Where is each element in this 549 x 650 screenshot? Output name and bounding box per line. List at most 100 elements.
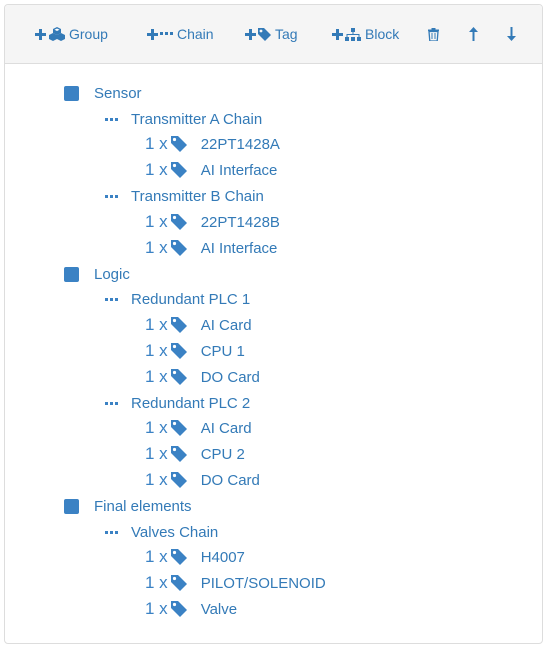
tag-quantity: 1 x bbox=[145, 315, 168, 334]
add-group-label: Group bbox=[69, 26, 108, 42]
tag-label: 22PT1428A bbox=[200, 135, 280, 153]
add-tag-label: Tag bbox=[275, 26, 298, 42]
tree-tag[interactable]: 1 x 22PT1428B bbox=[145, 210, 280, 234]
tag-quantity: 1 x bbox=[145, 599, 168, 618]
tag-quantity: 1 x bbox=[145, 134, 168, 153]
add-group-button[interactable]: Group bbox=[35, 5, 108, 63]
add-chain-button[interactable]: Chain bbox=[147, 5, 214, 63]
group-label: Sensor bbox=[94, 84, 142, 102]
move-down-button[interactable] bbox=[507, 5, 516, 63]
tag-label: AI Interface bbox=[200, 239, 278, 257]
tag-label: AI Interface bbox=[200, 161, 278, 179]
tag-icon bbox=[170, 240, 187, 256]
chain-dots-icon bbox=[105, 117, 118, 121]
tag-label: DO Card bbox=[200, 368, 260, 386]
plus-icon bbox=[147, 28, 158, 40]
cubes-icon bbox=[49, 27, 65, 41]
chain-label: Transmitter A Chain bbox=[131, 110, 263, 128]
tag-label: PILOT/SOLENOID bbox=[200, 574, 326, 592]
tag-quantity: 1 x bbox=[145, 341, 168, 360]
chain-dots-icon bbox=[105, 194, 118, 198]
tag-icon bbox=[258, 27, 271, 41]
tag-quantity: 1 x bbox=[145, 573, 168, 592]
chain-dots-icon bbox=[105, 297, 118, 301]
tag-icon bbox=[170, 369, 187, 385]
plus-icon bbox=[35, 28, 46, 40]
tag-label: H4007 bbox=[200, 548, 245, 566]
chain-label: Transmitter B Chain bbox=[131, 187, 264, 205]
tree-tag[interactable]: 1 x CPU 2 bbox=[145, 442, 245, 466]
chain-dots-icon bbox=[105, 401, 118, 405]
tag-icon bbox=[170, 317, 187, 333]
chain-dots-icon bbox=[160, 32, 173, 36]
trash-icon bbox=[428, 27, 439, 41]
plus-icon bbox=[245, 28, 256, 40]
arrow-up-icon bbox=[469, 27, 478, 41]
tag-icon bbox=[170, 136, 187, 152]
sitemap-icon bbox=[345, 27, 361, 41]
tag-icon bbox=[170, 420, 187, 436]
move-up-button[interactable] bbox=[469, 5, 478, 63]
tag-label: DO Card bbox=[200, 471, 260, 489]
tag-icon bbox=[170, 446, 187, 462]
group-label: Logic bbox=[94, 265, 130, 283]
tag-label: AI Card bbox=[200, 419, 252, 437]
tree-chain[interactable]: Redundant PLC 1 bbox=[105, 287, 250, 311]
tag-icon bbox=[170, 472, 187, 488]
tree-chain[interactable]: Transmitter A Chain bbox=[105, 107, 262, 131]
tree-group[interactable]: Sensor bbox=[64, 81, 142, 105]
tree-panel: Group Chain Tag Block Sensor Transmitter… bbox=[4, 4, 543, 644]
tag-quantity: 1 x bbox=[145, 238, 168, 257]
tree-tag[interactable]: 1 x DO Card bbox=[145, 468, 260, 492]
tag-icon bbox=[170, 162, 187, 178]
tree-tag[interactable]: 1 x AI Interface bbox=[145, 158, 277, 182]
plus-icon bbox=[332, 28, 343, 40]
tree-tag[interactable]: 1 x DO Card bbox=[145, 365, 260, 389]
group-label: Final elements bbox=[94, 497, 192, 515]
group-square-icon bbox=[64, 498, 79, 514]
group-square-icon bbox=[64, 85, 79, 101]
group-square-icon bbox=[64, 266, 79, 282]
tag-quantity: 1 x bbox=[145, 367, 168, 386]
tag-quantity: 1 x bbox=[145, 418, 168, 437]
arrow-down-icon bbox=[507, 27, 516, 41]
toolbar: Group Chain Tag Block bbox=[5, 5, 542, 64]
tree-tag[interactable]: 1 x Valve bbox=[145, 597, 237, 621]
chain-label: Redundant PLC 2 bbox=[131, 394, 251, 412]
tag-quantity: 1 x bbox=[145, 212, 168, 231]
tree-chain[interactable]: Redundant PLC 2 bbox=[105, 391, 250, 415]
tree-tag[interactable]: 1 x CPU 1 bbox=[145, 339, 245, 363]
add-block-button[interactable]: Block bbox=[332, 5, 399, 63]
tag-quantity: 1 x bbox=[145, 160, 168, 179]
tree-group[interactable]: Logic bbox=[64, 262, 130, 286]
add-block-label: Block bbox=[365, 26, 400, 42]
tree-chain[interactable]: Valves Chain bbox=[105, 520, 218, 544]
tree-tag[interactable]: 1 x 22PT1428A bbox=[145, 132, 280, 156]
chain-label: Redundant PLC 1 bbox=[131, 290, 251, 308]
tag-label: Valve bbox=[200, 600, 238, 618]
add-tag-button[interactable]: Tag bbox=[245, 5, 298, 63]
tag-quantity: 1 x bbox=[145, 444, 168, 463]
tag-label: CPU 2 bbox=[200, 445, 245, 463]
tree-tag[interactable]: 1 x PILOT/SOLENOID bbox=[145, 571, 326, 595]
add-chain-label: Chain bbox=[177, 26, 214, 42]
chain-dots-icon bbox=[105, 530, 118, 534]
tag-quantity: 1 x bbox=[145, 547, 168, 566]
tag-icon bbox=[170, 601, 187, 617]
tag-icon bbox=[170, 214, 187, 230]
tree-tag[interactable]: 1 x H4007 bbox=[145, 545, 245, 569]
tree-tag[interactable]: 1 x AI Card bbox=[145, 416, 252, 440]
tag-label: AI Card bbox=[200, 316, 252, 334]
tag-quantity: 1 x bbox=[145, 470, 168, 489]
tag-label: 22PT1428B bbox=[200, 213, 280, 231]
tree-chain[interactable]: Transmitter B Chain bbox=[105, 184, 264, 208]
tree-tag[interactable]: 1 x AI Interface bbox=[145, 236, 277, 260]
tree-tag[interactable]: 1 x AI Card bbox=[145, 313, 252, 337]
chain-label: Valves Chain bbox=[131, 523, 219, 541]
delete-button[interactable] bbox=[428, 5, 439, 63]
tag-icon bbox=[170, 549, 187, 565]
tag-icon bbox=[170, 575, 187, 591]
tree-group[interactable]: Final elements bbox=[64, 494, 192, 518]
tag-icon bbox=[170, 343, 187, 359]
tag-label: CPU 1 bbox=[200, 342, 245, 360]
